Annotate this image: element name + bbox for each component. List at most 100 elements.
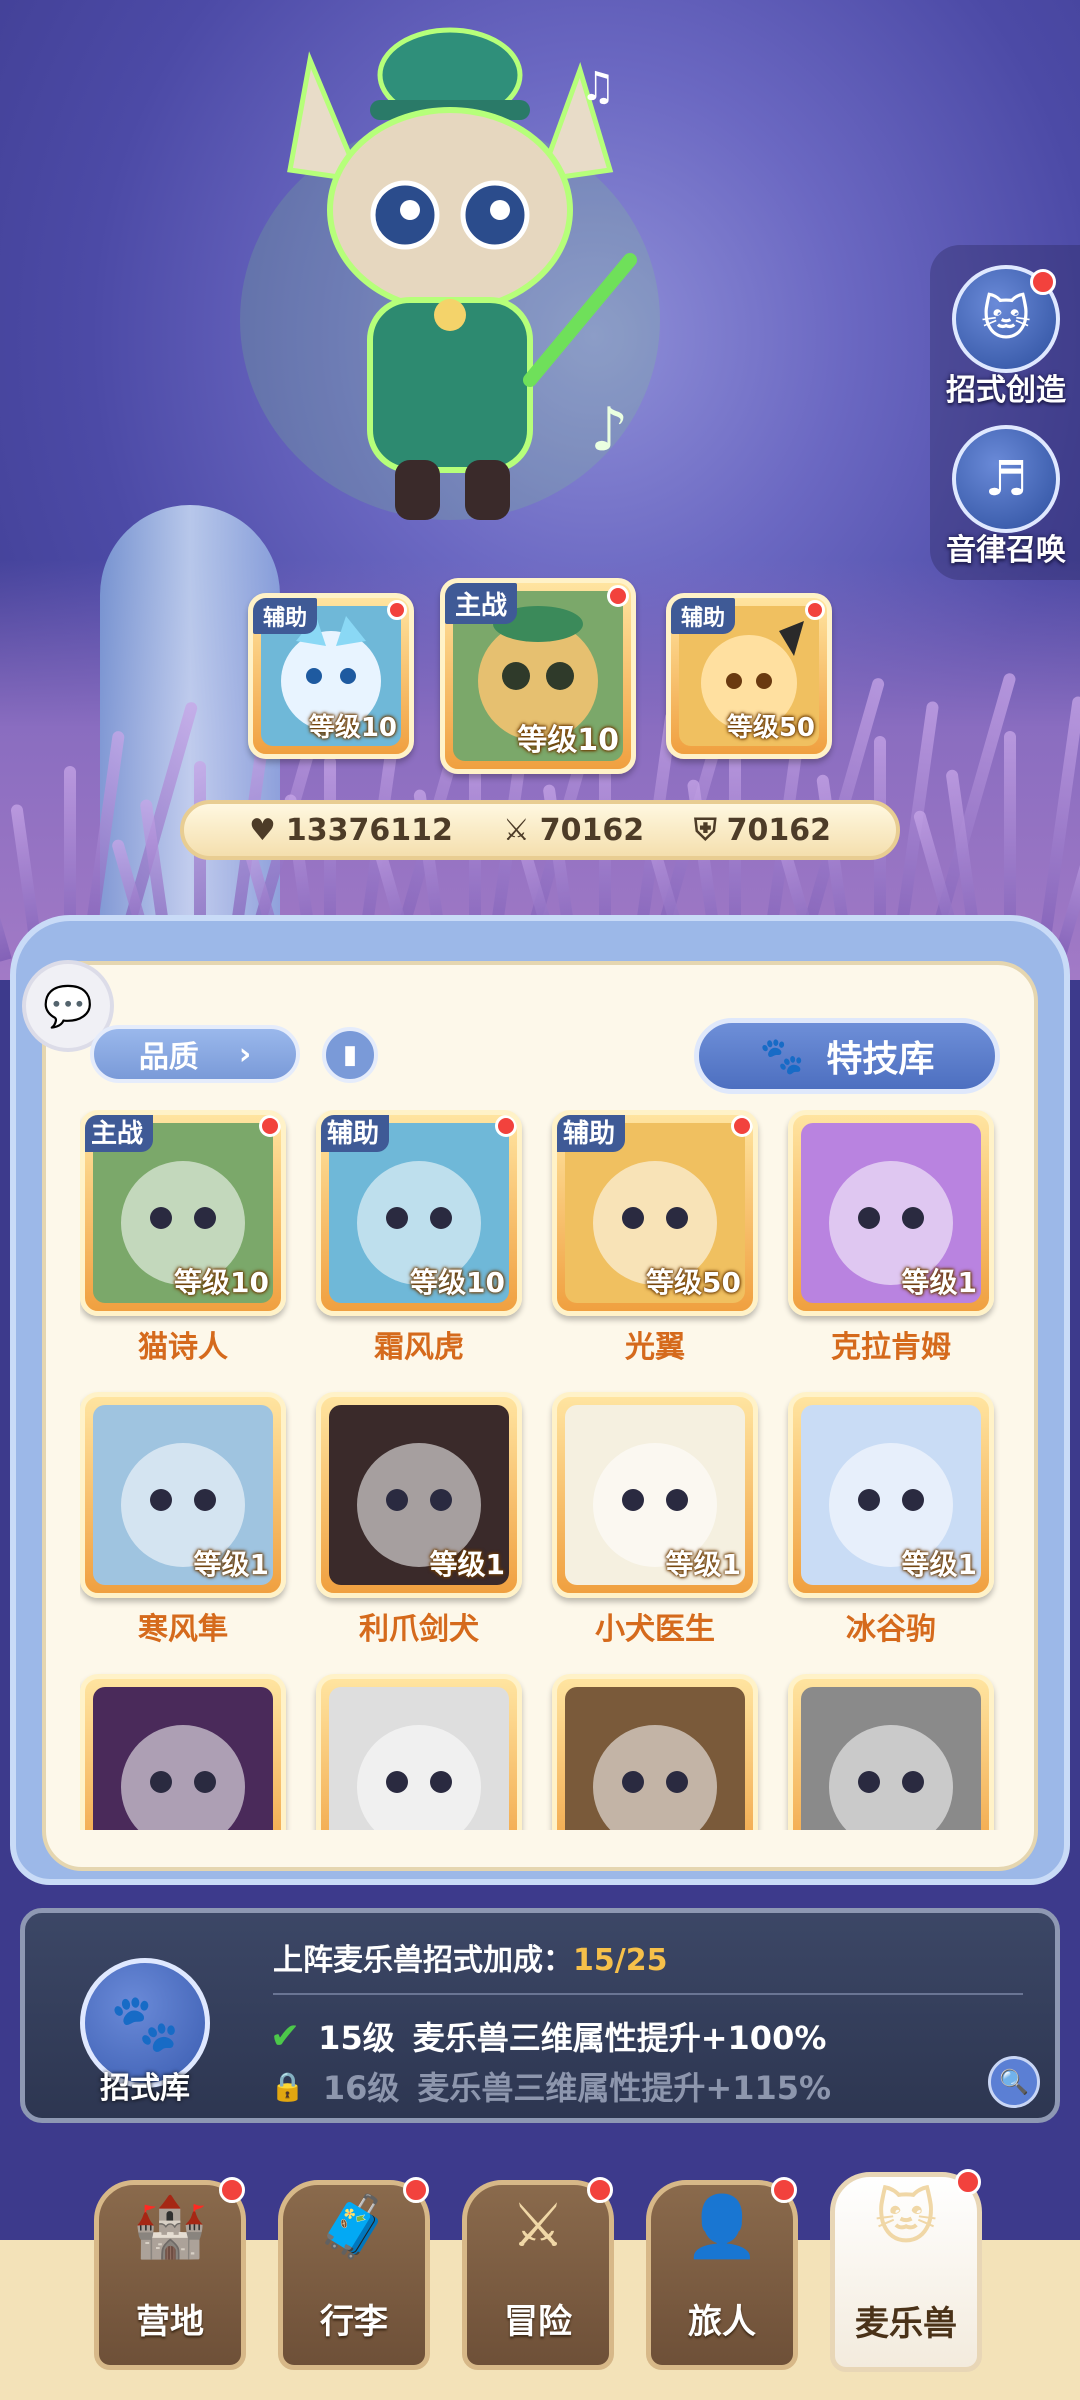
pet-card[interactable]	[552, 1674, 758, 1830]
crossed-swords-icon: ⚔	[511, 2191, 565, 2261]
svg-text:♫: ♫	[580, 64, 616, 110]
pet-portrait	[565, 1687, 745, 1830]
pet-card[interactable]	[80, 1674, 286, 1830]
pet-card[interactable]: 等级1 寒风隼	[80, 1392, 286, 1654]
melody-summon-button[interactable]: ♬ 音律召唤	[946, 425, 1066, 575]
skill-library-button[interactable]: 🐾 特技库	[694, 1018, 1000, 1094]
team-slot-center[interactable]: 主战 等级10	[440, 578, 636, 774]
pet-portrait	[329, 1687, 509, 1830]
book-icon[interactable]: ▮	[322, 1027, 378, 1083]
role-tag: 辅助	[321, 1115, 390, 1152]
defense-value: 70162	[726, 812, 831, 848]
pet-card-frame	[788, 1674, 994, 1830]
pet-name: 冰谷驹	[846, 1612, 936, 1647]
level-label: 等级50	[646, 1266, 741, 1299]
notification-dot	[587, 2177, 613, 2203]
luggage-icon: 🧳	[316, 2192, 392, 2262]
hp-value: 13376112	[285, 812, 453, 848]
notification-dot	[219, 2177, 245, 2203]
pet-name: 小犬医生	[595, 1612, 715, 1647]
quality-filter-label: 品质	[138, 1040, 199, 1075]
heart-icon: ♥	[248, 812, 276, 848]
pet-card[interactable]: 等级1 克拉肯姆	[788, 1110, 994, 1372]
bonus-title-text: 上阵麦乐兽招式加成：	[273, 1943, 573, 1978]
checkmark-icon: ✔	[270, 2015, 301, 2057]
pet-name: 寒风隼	[138, 1612, 228, 1647]
team-slot-right[interactable]: 辅助 等级50	[666, 593, 832, 759]
divider	[273, 1993, 1023, 1995]
svg-text:♪: ♪	[590, 395, 628, 465]
pet-name: 猫诗人	[138, 1330, 228, 1365]
nav-tab-label: 营地	[136, 2302, 204, 2342]
pet-card-frame: 等级1	[80, 1392, 286, 1598]
nav-tab-1[interactable]: 🧳 行李	[278, 2177, 430, 2370]
bonus-row-locked: 🔒 16级 麦乐兽三维属性提升+115%	[270, 2063, 831, 2109]
pet-card-frame: 主战 等级10	[80, 1110, 286, 1316]
level-label: 等级10	[517, 723, 619, 758]
level-label: 等级1	[665, 1548, 741, 1581]
pet-card-frame: 等级1	[788, 1110, 994, 1316]
pet-card-frame: 等级1	[316, 1392, 522, 1598]
nav-tab-0[interactable]: 🏰 营地	[94, 2177, 246, 2370]
chevron-right-icon: ›	[238, 1036, 252, 1072]
quality-filter-button[interactable]: 品质 ›	[90, 1025, 300, 1083]
role-tag: 主战	[445, 583, 518, 624]
crossed-swords-icon: ⚔	[502, 812, 530, 848]
pet-card[interactable]: 主战 等级10 猫诗人	[80, 1110, 286, 1372]
pet-card-frame: 等级1	[552, 1392, 758, 1598]
pet-card[interactable]: 辅助 等级10 霜风虎	[316, 1110, 522, 1372]
pet-card-frame	[80, 1674, 286, 1830]
nav-tab-4[interactable]: 🐱 麦乐兽	[830, 2169, 982, 2372]
pet-grid: 主战 等级10 猫诗人 辅助 等级10 霜风虎 辅助 等级50 光翼 等级1 克拉肯姆 等级1…	[80, 1110, 1000, 1830]
pet-card[interactable]	[316, 1674, 522, 1830]
level-label: 等级1	[901, 1548, 977, 1581]
nav-tab-label: 冒险	[504, 2302, 572, 2342]
role-tag: 辅助	[557, 1115, 626, 1152]
pet-name: 克拉肯姆	[831, 1330, 951, 1365]
pet-card[interactable]	[788, 1674, 994, 1830]
attack-value: 70162	[539, 812, 645, 848]
skill-create-button[interactable]: 🐱 招式创造	[946, 265, 1066, 415]
nav-tab-2[interactable]: ⚔ 冒险	[462, 2177, 614, 2370]
bonus-text: 麦乐兽三维属性提升+115%	[417, 2069, 832, 2107]
pet-card[interactable]: 辅助等级50 光翼	[552, 1110, 758, 1372]
nav-tab-label: 麦乐兽	[855, 2304, 957, 2344]
role-tag: 辅助	[671, 598, 736, 634]
notification-dot	[495, 1115, 517, 1137]
pet-card[interactable]: 等级1 小犬医生	[552, 1392, 758, 1654]
bonus-progress: 15/25	[573, 1943, 668, 1978]
notification-dot	[259, 1115, 281, 1137]
skill-bonus-panel: 🐾 招式库 上阵麦乐兽招式加成：15/25 ✔ 15级 麦乐兽三维属性提升+10…	[20, 1908, 1060, 2123]
notification-dot	[955, 2169, 981, 2195]
level-label: 等级1	[193, 1548, 269, 1581]
skill-library-label: 特技库	[826, 1039, 935, 1080]
skill-library-label: 招式库	[100, 2071, 190, 2106]
pet-portrait	[93, 1687, 273, 1830]
nav-tab-3[interactable]: 👤 旅人	[646, 2177, 798, 2370]
lyre-icon: ♬	[952, 425, 1060, 533]
bonus-title: 上阵麦乐兽招式加成：15/25	[273, 1935, 667, 1979]
pet-card[interactable]: 等级1 利爪剑犬	[316, 1392, 522, 1654]
bonus-text: 麦乐兽三维属性提升+100%	[412, 2019, 827, 2057]
notification-dot	[805, 600, 825, 620]
notification-dot	[771, 2177, 797, 2203]
traveler-icon: 👤	[684, 2192, 760, 2262]
team-stats-bar: ♥ 13376112 ⚔ 70162 ⛨ 70162	[180, 800, 900, 860]
zoom-icon[interactable]: 🔍	[988, 2056, 1040, 2108]
cat-face-icon: 🐱	[874, 2183, 938, 2253]
notification-dot	[387, 600, 407, 620]
notification-dot	[607, 585, 629, 607]
lock-icon: 🔒	[270, 2069, 305, 2103]
bonus-row-unlocked: ✔ 15级 麦乐兽三维属性提升+100%	[270, 2013, 826, 2059]
team-slot-left[interactable]: 辅助 等级10	[248, 593, 414, 759]
pet-card-frame: 辅助等级10	[316, 1110, 522, 1316]
pet-name: 光翼	[625, 1330, 685, 1365]
nav-tab-label: 行李	[320, 2302, 388, 2342]
scroll-cat-icon: 🐱	[952, 265, 1060, 373]
pet-card[interactable]: 等级1 冰谷驹	[788, 1392, 994, 1654]
level-label: 等级10	[410, 1266, 505, 1299]
bonus-level: 15级	[318, 2019, 395, 2057]
castle-icon: 🏰	[132, 2192, 208, 2262]
pet-name: 利爪剑犬	[359, 1612, 479, 1647]
pet-card-frame	[316, 1674, 522, 1830]
